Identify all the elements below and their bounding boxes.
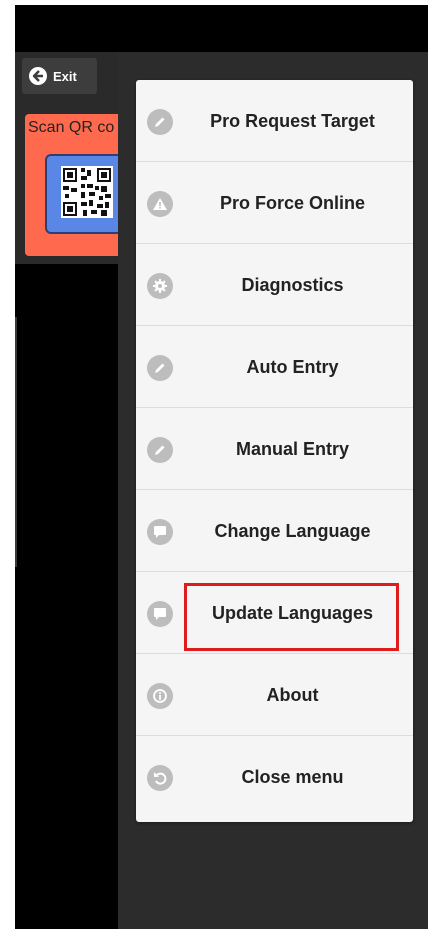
info-icon	[147, 683, 173, 709]
menu-item-close-menu[interactable]: Close menu	[136, 736, 413, 818]
menu-item-update-languages[interactable]: Update Languages	[136, 572, 413, 654]
menu-item-label: Pro Request Target	[210, 110, 375, 131]
qr-code-icon	[61, 166, 113, 218]
menu-item-label: Diagnostics	[241, 274, 344, 295]
pencil-icon	[147, 109, 173, 135]
pencil-icon	[147, 355, 173, 381]
exit-button[interactable]: Exit	[22, 58, 97, 94]
menu-item-label: Pro Force Online	[219, 192, 366, 213]
scan-qr-text: Scan QR co	[28, 119, 115, 136]
side-menu: Pro Request Target Pro Force Online Diag…	[136, 80, 413, 822]
menu-item-about[interactable]: About	[136, 654, 413, 736]
menu-item-label: Change Language	[214, 520, 371, 541]
undo-icon	[147, 765, 173, 791]
menu-item-manual-entry[interactable]: Manual Entry	[136, 408, 413, 490]
menu-item-diagnostics[interactable]: Diagnostics	[136, 244, 413, 326]
back-arrow-icon	[29, 67, 47, 85]
side-edge	[15, 317, 17, 567]
menu-item-label: Manual Entry	[235, 438, 350, 459]
exit-label: Exit	[53, 68, 77, 84]
chat-bubble-icon	[147, 601, 173, 627]
menu-item-label: Close menu	[241, 766, 344, 787]
menu-item-label: Auto Entry	[246, 356, 339, 377]
warning-icon	[147, 191, 173, 217]
gear-icon	[147, 273, 173, 299]
menu-item-auto-entry[interactable]: Auto Entry	[136, 326, 413, 408]
menu-item-label: About	[266, 684, 319, 705]
menu-item-pro-request-target[interactable]: Pro Request Target	[136, 80, 413, 162]
menu-item-change-language[interactable]: Change Language	[136, 490, 413, 572]
pencil-icon	[147, 437, 173, 463]
qr-code-box[interactable]	[45, 154, 118, 234]
menu-item-pro-force-online[interactable]: Pro Force Online	[136, 162, 413, 244]
scan-qr-card[interactable]: Scan QR co	[25, 114, 118, 256]
menu-item-label: Update Languages	[211, 602, 374, 623]
chat-bubble-icon	[147, 519, 173, 545]
